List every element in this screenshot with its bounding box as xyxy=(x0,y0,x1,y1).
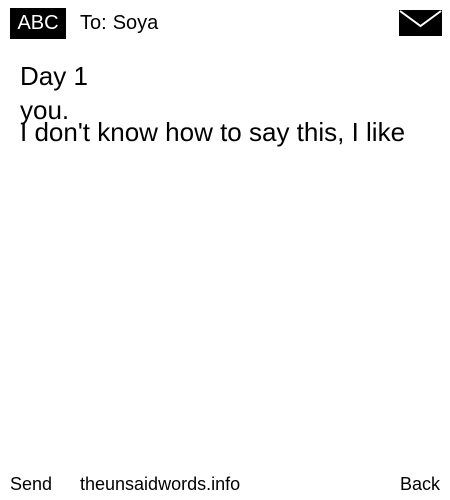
input-mode-indicator: ABC xyxy=(10,8,66,39)
softkey-bar: Send theunsaidwords.info Back xyxy=(0,472,450,496)
site-link[interactable]: theunsaidwords.info xyxy=(80,472,240,496)
send-button[interactable]: Send xyxy=(10,472,52,496)
to-label: To: xyxy=(80,12,107,34)
message-line: you. xyxy=(20,95,70,125)
message-line: I don't know how to say this, I like xyxy=(20,117,406,147)
recipient-line: To: Soya xyxy=(80,10,158,36)
back-button[interactable]: Back xyxy=(400,472,440,496)
recipient-name: Soya xyxy=(112,12,159,34)
message-title: Day 1 xyxy=(20,61,88,91)
envelope-icon xyxy=(399,10,442,36)
